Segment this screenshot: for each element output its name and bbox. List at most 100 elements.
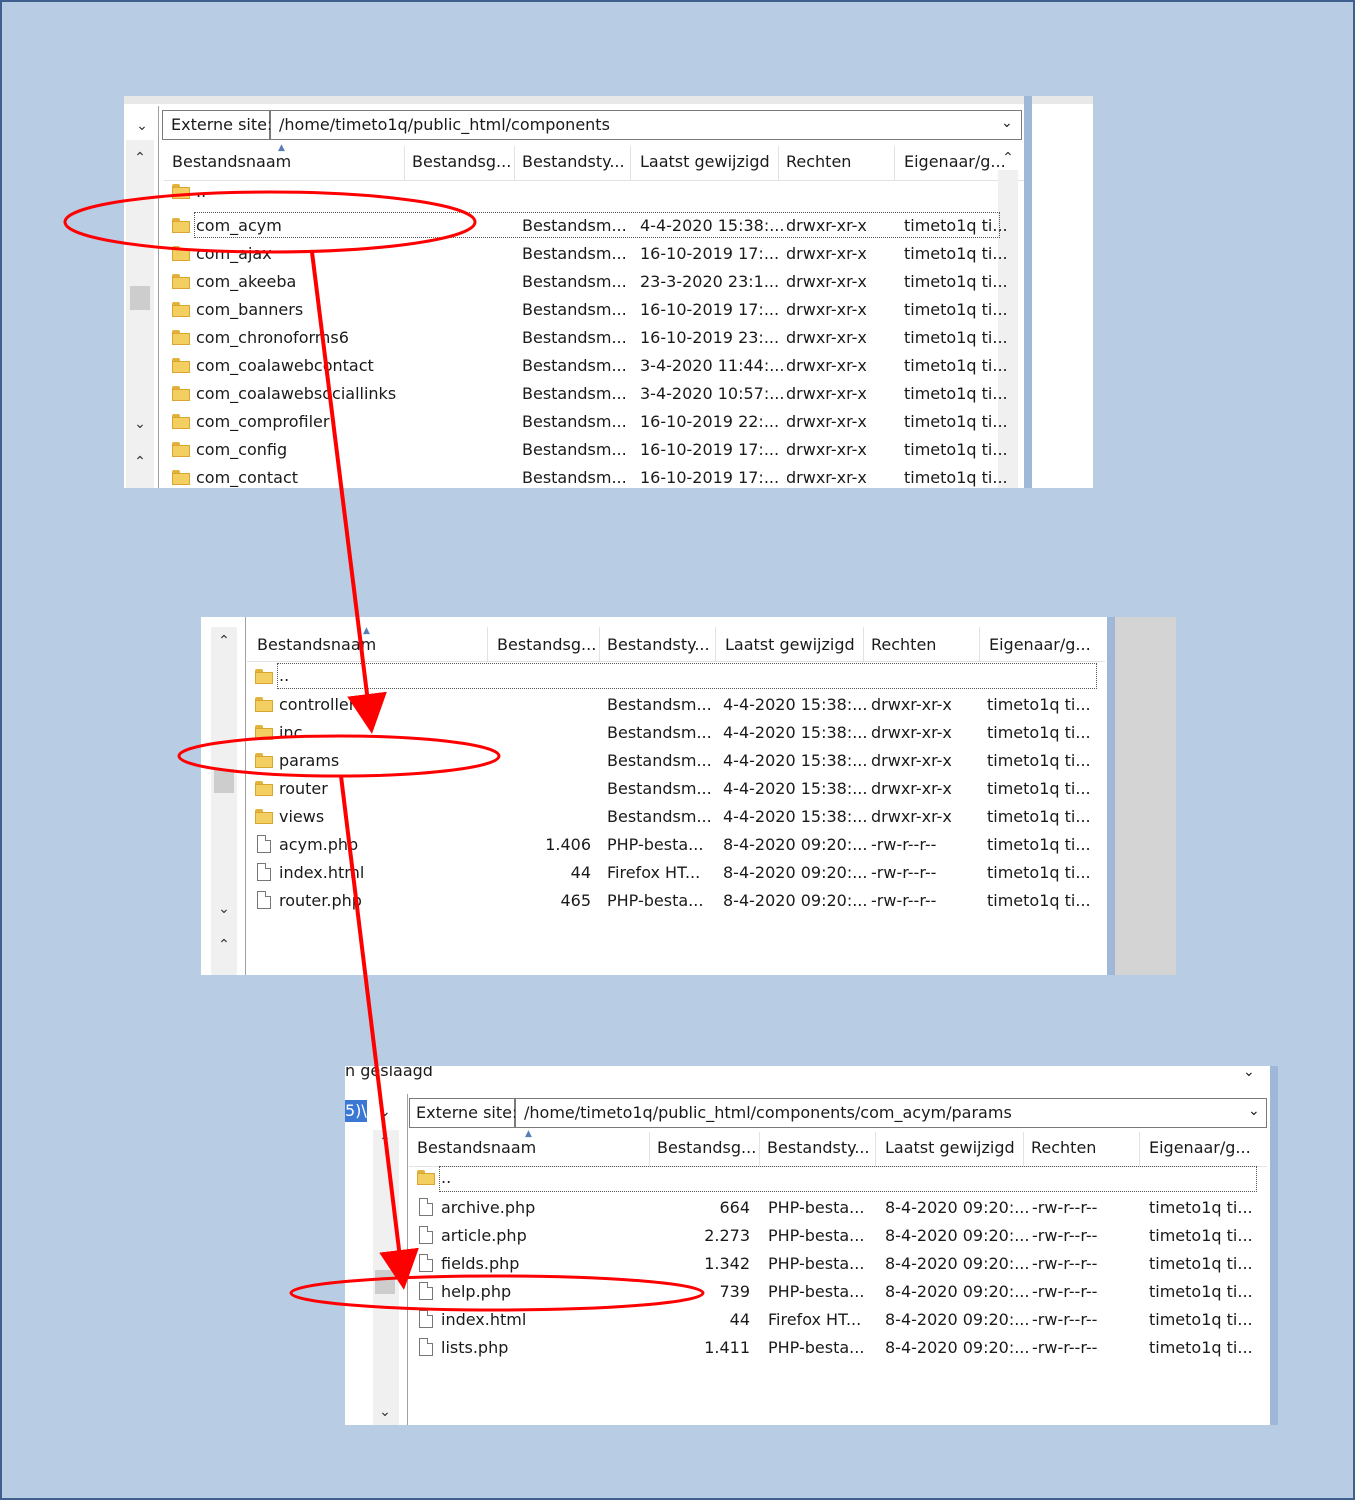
owner-cell: timeto1q ti... [904,356,1008,375]
col-filesize[interactable]: Bestandsg... [657,1138,756,1157]
permissions-cell: drwxr-xr-x [871,695,952,714]
table-row[interactable]: com_contact Bestandsm... 16-10-2019 17:...… [124,464,1024,488]
status-text: n geslaagd [345,1066,433,1080]
modified-cell: 4-4-2020 15:38:... [723,723,868,742]
permissions-cell: drwxr-xr-x [786,356,867,375]
filetype-cell: PHP-besta... [768,1282,865,1301]
left-scroll-up-icon[interactable]: ⌃ [375,1132,395,1152]
file-icon [257,863,271,881]
folder-body [255,784,273,796]
parent-dir-item[interactable]: .. [196,182,206,202]
parent-dir-item[interactable]: .. [441,1168,451,1188]
permissions-cell: drwxr-xr-x [871,751,952,770]
permissions-cell: -rw-r--r-- [1032,1226,1098,1245]
status-dropdown-icon[interactable]: ⌄ [1243,1066,1255,1082]
col-filename[interactable]: Bestandsnaam [172,152,291,171]
owner-cell: timeto1q ti... [904,384,1008,403]
table-row[interactable]: archive.php 664 PHP-besta... 8-4-2020 09:20… [345,1194,1270,1222]
table-row[interactable]: views Bestandsm... 4-4-2020 15:38:... drwxr… [201,803,1107,831]
left-scroll-down-icon[interactable]: ⌄ [375,1402,395,1422]
table-row[interactable]: router Bestandsm... 4-4-2020 15:38:... drwx… [201,775,1107,803]
col-filetype[interactable]: Bestandsty... [607,635,710,654]
table-row[interactable]: com_coalawebsociallinks Bestandsm... 3-4-2… [124,380,1024,408]
filename-cell: com_ajax [196,244,272,263]
filename-cell: com_comprofiler [196,412,330,431]
col-modified[interactable]: Laatst gewijzigd [725,635,855,654]
table-row[interactable]: com_acym Bestandsm... 4-4-2020 15:38:... dr… [124,212,1024,240]
table-row[interactable]: com_chronoforms6 Bestandsm... 16-10-2019 2… [124,324,1024,352]
filesize-cell: 739 [719,1282,750,1301]
permissions-cell: drwxr-xr-x [786,440,867,459]
col-sep [894,146,895,180]
col-filename[interactable]: Bestandsnaam [257,635,376,654]
col-filesize[interactable]: Bestandsg... [412,152,511,171]
folder-body [255,756,273,768]
col-filesize[interactable]: Bestandsg... [497,635,596,654]
file-icon [419,1282,433,1300]
permissions-cell: -rw-r--r-- [1032,1254,1098,1273]
table-row[interactable]: com_config Bestandsm... 16-10-2019 17:... d… [124,436,1024,464]
table-row[interactable]: index.html 44 Firefox HT... 8-4-2020 09:20:… [345,1306,1270,1334]
col-filename[interactable]: Bestandsnaam [417,1138,536,1157]
col-permissions[interactable]: Rechten [1031,1138,1096,1157]
remote-path-input[interactable]: /home/timeto1q/public_html/components/co… [515,1098,1267,1128]
remote-path-input[interactable]: /home/timeto1q/public_html/components ⌄ [270,110,1022,140]
modified-cell: 8-4-2020 09:20:... [885,1198,1030,1217]
table-row[interactable]: com_banners Bestandsm... 16-10-2019 17:...… [124,296,1024,324]
col-permissions[interactable]: Rechten [786,152,851,171]
folder-icon [172,442,190,457]
table-row[interactable]: com_coalawebcontact Bestandsm... 3-4-2020 … [124,352,1024,380]
col-permissions[interactable]: Rechten [871,635,936,654]
col-modified[interactable]: Laatst gewijzigd [640,152,770,171]
folder-body [172,389,190,401]
filename-cell: lists.php [441,1338,509,1357]
col-sep [487,627,488,661]
col-owner[interactable]: Eigenaar/g... [989,635,1091,654]
left-scroll-up-icon[interactable]: ⌃ [130,148,150,168]
table-row[interactable]: params Bestandsm... 4-4-2020 15:38:... drwx… [201,747,1107,775]
col-filetype[interactable]: Bestandsty... [767,1138,870,1157]
right-edge-bar [1024,96,1032,488]
filetype-cell: Bestandsm... [522,468,627,487]
panel-components: ⌄ ⌃ ⌄ ⌃ Externe site: /home/timeto1q/pub… [124,96,1093,488]
col-sep [1139,1132,1140,1166]
table-row[interactable]: fields.php 1.342 PHP-besta... 8-4-2020 09:2… [345,1250,1270,1278]
col-owner[interactable]: Eigenaar/g... [1149,1138,1251,1157]
table-row[interactable]: router.php 465 PHP-besta... 8-4-2020 09:20:… [201,887,1107,915]
local-path-text: 5)\ [345,1101,367,1120]
table-row[interactable]: com_ajax Bestandsm... 16-10-2019 17:... drw… [124,240,1024,268]
table-row[interactable]: com_comprofiler Bestandsm... 16-10-2019 22… [124,408,1024,436]
path-dropdown-icon[interactable]: ⌄ [1248,1101,1260,1121]
owner-cell: timeto1q ti... [987,863,1091,882]
col-filetype[interactable]: Bestandsty... [522,152,625,171]
table-row[interactable]: lists.php 1.411 PHP-besta... 8-4-2020 09:20… [345,1334,1270,1362]
list-scroll-up-icon[interactable]: ⌃ [998,148,1018,168]
table-row[interactable]: inc Bestandsm... 4-4-2020 15:38:... drwxr-x… [201,719,1107,747]
left-dropdown-icon[interactable]: ⌄ [132,116,152,136]
local-path-fragment[interactable]: 5)\ [345,1100,367,1122]
table-row[interactable]: com_akeeba Bestandsm... 23-3-2020 23:1... d… [124,268,1024,296]
folder-body [172,417,190,429]
owner-cell: timeto1q ti... [904,328,1008,347]
local-path-dropdown-icon[interactable]: ⌄ [379,1102,391,1122]
left-scroll-up-icon[interactable]: ⌃ [214,631,234,651]
table-row[interactable]: help.php 739 PHP-besta... 8-4-2020 09:20:..… [345,1278,1270,1306]
col-sep [404,146,405,180]
filesize-cell: 44 [729,1310,750,1329]
col-modified[interactable]: Laatst gewijzigd [885,1138,1015,1157]
file-icon [419,1198,433,1216]
table-row[interactable]: controllers Bestandsm... 4-4-2020 15:38:..… [201,691,1107,719]
modified-cell: 8-4-2020 09:20:... [723,863,868,882]
table-row[interactable]: article.php 2.273 PHP-besta... 8-4-2020 09:… [345,1222,1270,1250]
parent-dir-item[interactable]: .. [279,666,289,686]
column-header-row: Bestandsnaam ▲ Bestandsg... Bestandsty..… [164,144,1024,181]
filename-cell: com_akeeba [196,272,297,291]
col-owner[interactable]: Eigenaar/g... [904,152,1006,171]
left-scroll-up-icon-2[interactable]: ⌃ [214,935,234,955]
table-row[interactable]: acym.php 1.406 PHP-besta... 8-4-2020 09:20:… [201,831,1107,859]
path-dropdown-icon[interactable]: ⌄ [1001,113,1013,133]
permissions-cell: -rw-r--r-- [1032,1282,1098,1301]
filename-cell: router [279,779,328,798]
filename-cell: com_config [196,440,288,459]
table-row[interactable]: index.html 44 Firefox HT... 8-4-2020 09:20:… [201,859,1107,887]
